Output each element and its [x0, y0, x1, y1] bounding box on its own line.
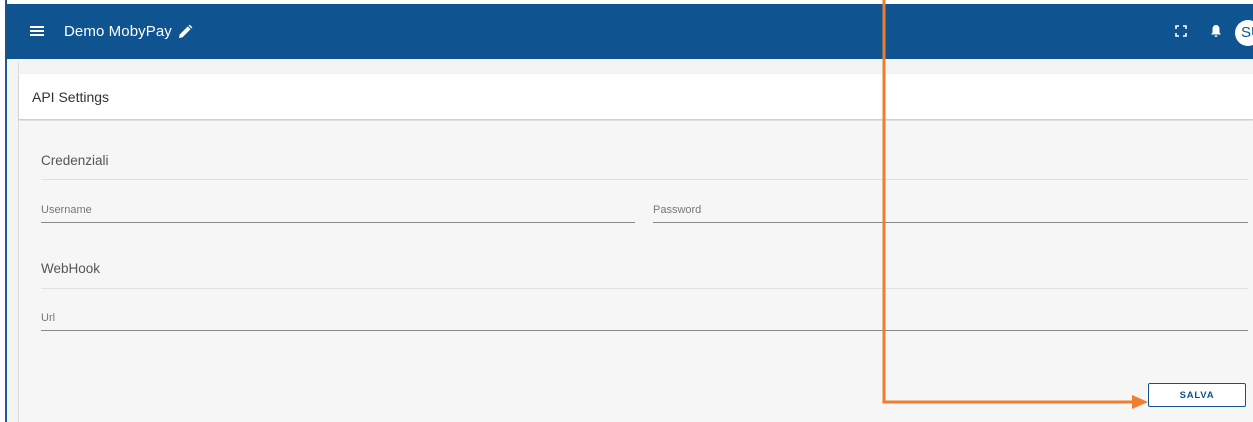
credentials-section-title: Credenziali: [41, 153, 109, 168]
menu-icon: [30, 26, 44, 36]
webhook-section-title: WebHook: [41, 261, 101, 276]
password-field: [653, 199, 1248, 223]
username-input[interactable]: [41, 199, 635, 221]
page-title: API Settings: [32, 89, 110, 105]
save-button[interactable]: SALVA: [1148, 383, 1246, 407]
menu-button[interactable]: [25, 19, 49, 43]
pencil-icon: [179, 24, 193, 38]
app-toolbar: Demo MobyPay SU: [7, 0, 1253, 59]
url-input[interactable]: [41, 307, 1248, 329]
app-title: Demo MobyPay: [64, 23, 172, 40]
fullscreen-button[interactable]: [1172, 22, 1190, 40]
card-header: API Settings: [19, 74, 1253, 120]
url-field: [41, 307, 1248, 331]
notifications-button[interactable]: [1207, 21, 1225, 41]
credentials-divider: [41, 179, 1248, 180]
username-field: [41, 199, 635, 223]
settings-card-body: [19, 121, 1253, 422]
user-avatar[interactable]: SU: [1235, 20, 1253, 46]
password-input[interactable]: [653, 199, 1248, 221]
webhook-divider: [41, 288, 1248, 289]
bell-icon: [1211, 25, 1221, 37]
edit-title-button[interactable]: [174, 21, 196, 43]
fullscreen-icon: [1175, 25, 1187, 37]
